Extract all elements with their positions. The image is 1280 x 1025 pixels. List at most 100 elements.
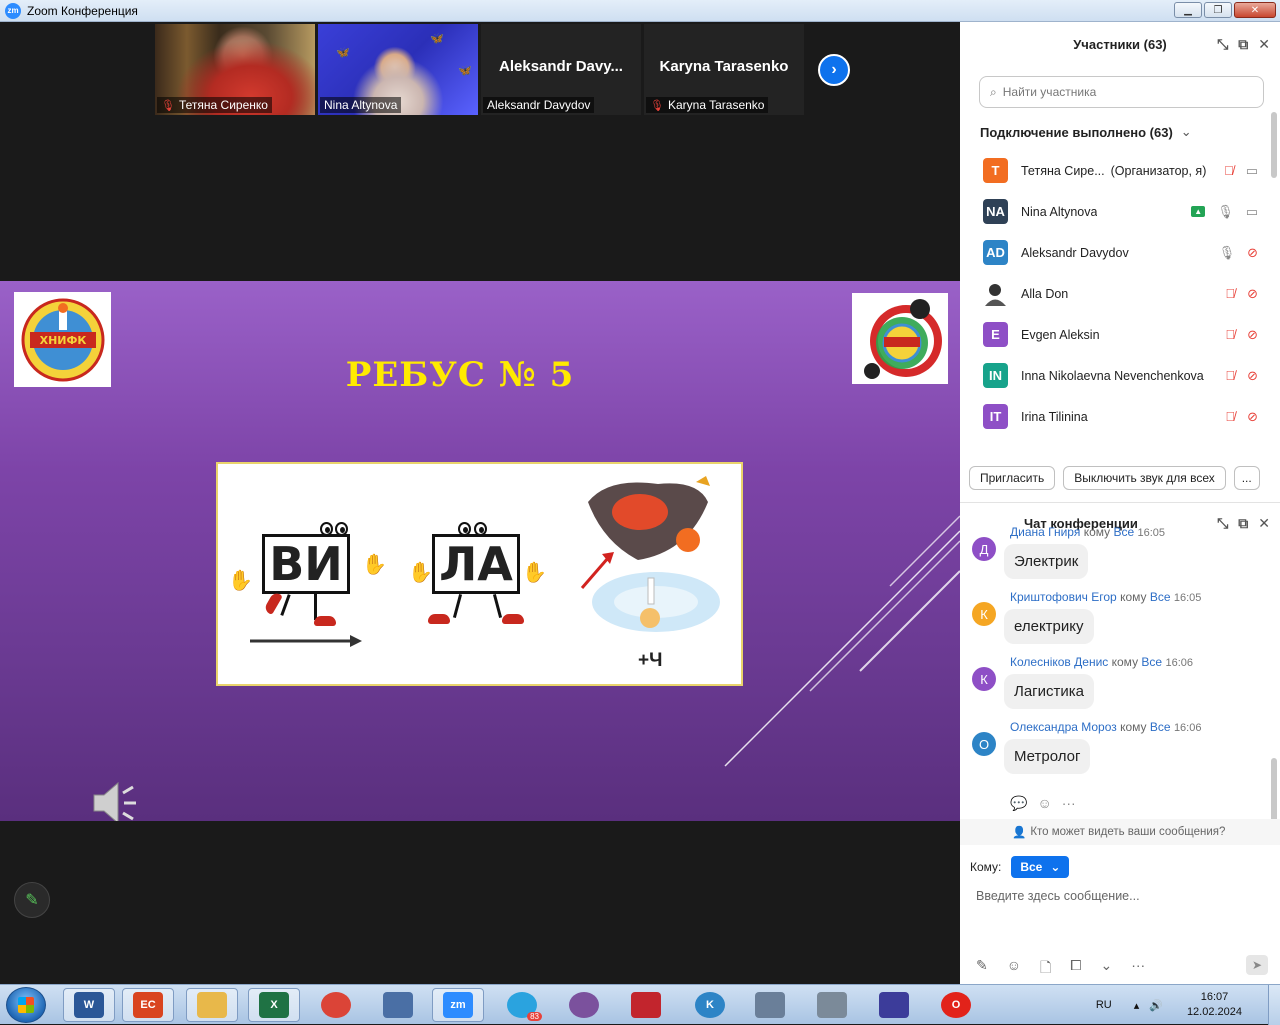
notification-badge: 83	[527, 1012, 542, 1021]
hand-icon: ✋	[522, 562, 547, 584]
taskbar-app-viber[interactable]	[558, 988, 610, 1022]
avatar	[983, 281, 1008, 306]
chat-message[interactable]: К Криштофович Егор кому Все 16:05 електрик…	[972, 590, 1262, 644]
chat-message[interactable]: Д Диана Гниря кому Все 16:05 Электрик	[972, 525, 1262, 579]
participant-search-input[interactable]: ⌕ Найти участника	[979, 76, 1264, 108]
participant-row[interactable]: Alla Don 🎙̸ ⊘	[960, 273, 1280, 314]
maximize-button[interactable]: ❐	[1204, 2, 1232, 18]
taskbar-app-telegram[interactable]: 83	[496, 988, 548, 1022]
connected-group-header[interactable]: Подключение выполнено (63) ⌄	[980, 124, 1280, 140]
participant-row[interactable]: Т Тетяна Сире... (Организатор, я) 🎙̸ ▭	[960, 150, 1280, 191]
tray-expand-icon[interactable]: ▴	[1134, 999, 1140, 1012]
mic-muted-icon[interactable]: 🎙̸	[1224, 163, 1234, 178]
who-can-see-link[interactable]: 👤 Кто может видеть ваши сообщения?	[960, 819, 1280, 845]
video-tile-2[interactable]: Aleksandr Davy... Aleksandr Davydov	[481, 24, 641, 115]
logo-text: ХНИФК	[39, 334, 86, 347]
mic-icon[interactable]: 🎙	[1217, 204, 1234, 220]
file-icon[interactable]: 🗋	[1040, 957, 1051, 981]
participant-name-text: Тетяна Сире...	[1021, 163, 1105, 178]
minimize-button[interactable]: ▁	[1174, 2, 1202, 18]
taskbar-app-explorer[interactable]	[186, 988, 238, 1022]
video-off-icon[interactable]: ⊘	[1247, 245, 1258, 261]
taskbar-app-drawing[interactable]	[372, 988, 424, 1022]
mic-icon[interactable]: 🎙	[1219, 245, 1236, 261]
video-off-icon[interactable]: ⊘	[1247, 327, 1258, 343]
taskbar-app-zoom[interactable]: zm	[432, 988, 484, 1022]
chat-message-input[interactable]: Введите здесь сообщение...	[976, 889, 1140, 903]
send-icon[interactable]: ➤	[1246, 955, 1268, 975]
sender-name[interactable]: Диана Гниря	[1010, 525, 1080, 539]
chat-message[interactable]: К Колеснiков Денис кому Все 16:06 Лагистик…	[972, 655, 1262, 709]
mic-muted-icon[interactable]: 🎙̸	[1225, 286, 1235, 301]
video-tile-0[interactable]: 🎙 Тетяна Сиренко	[155, 24, 315, 115]
participant-row[interactable]: IN Inna Nikolaevna Nevenchenkova 🎙̸ ⊘	[960, 355, 1280, 396]
taskbar-app-app-k[interactable]: K	[684, 988, 736, 1022]
avatar: NA	[983, 199, 1008, 224]
emoji-icon[interactable]: ☺	[1007, 957, 1021, 981]
reply-icon[interactable]: 💬	[1010, 795, 1027, 812]
participant-row[interactable]: E Evgen Aleksin 🎙̸ ⊘	[960, 314, 1280, 355]
chat-message[interactable]: О Олександра Мороз кому Все 16:06 Метролог	[972, 720, 1262, 774]
invite-button[interactable]: Пригласить	[969, 466, 1056, 490]
title-bar: zm Zoom Конференция ▁ ❐ ✕	[0, 0, 1280, 22]
volume-icon[interactable]: 🔊	[1149, 999, 1163, 1012]
video-tile-3[interactable]: Karyna Tarasenko 🎙 Karyna Tarasenko	[644, 24, 804, 115]
video-off-icon[interactable]: ⊘	[1247, 409, 1258, 425]
popout-icon[interactable]: ⧉	[1238, 36, 1248, 53]
annotate-pencil-icon[interactable]: ✎	[14, 882, 50, 918]
close-window-button[interactable]: ✕	[1234, 2, 1276, 18]
participants-scrollbar[interactable]	[1271, 112, 1277, 178]
mic-muted-icon[interactable]: 🎙̸	[1225, 327, 1235, 342]
taskbar-app-chrome[interactable]	[310, 988, 362, 1022]
participant-name: Nina Altynova	[1021, 205, 1097, 219]
video-off-icon[interactable]: ⊘	[1247, 286, 1258, 302]
video-camera-icon[interactable]: ▭	[1246, 204, 1258, 220]
close-icon[interactable]: ✕	[1258, 36, 1270, 53]
calculator-icon	[755, 992, 785, 1018]
participant-row[interactable]: NA Nina Altynova ▲ 🎙 ▭	[960, 191, 1280, 232]
more-options-button[interactable]: ...	[1233, 466, 1260, 490]
shoe-icon	[314, 616, 336, 626]
next-page-arrow-icon[interactable]: ›	[818, 54, 850, 86]
recipient-dropdown[interactable]: Все ⌄	[1011, 856, 1070, 878]
language-indicator[interactable]: RU	[1096, 999, 1112, 1011]
screenshot-icon[interactable]: ⧠	[1070, 957, 1081, 981]
to-word: кому	[1120, 720, 1147, 734]
more-icon[interactable]: ···	[1062, 795, 1076, 812]
window-title: Zoom Конференция	[27, 3, 138, 18]
show-desktop-button[interactable]	[1268, 985, 1280, 1025]
chevron-down-icon[interactable]: ⌄	[1101, 957, 1113, 981]
mic-muted-icon[interactable]: 🎙̸	[1225, 409, 1235, 424]
taskbar-app-app-red[interactable]	[620, 988, 672, 1022]
more-icon[interactable]: ···	[1131, 957, 1145, 981]
collapse-icon[interactable]: ⤡	[1217, 36, 1228, 53]
sender-name[interactable]: Криштофович Егор	[1010, 590, 1117, 604]
start-button[interactable]	[6, 987, 46, 1023]
video-camera-icon[interactable]: ▭	[1246, 163, 1258, 179]
participant-row[interactable]: AD Aleksandr Davydov 🎙 ⊘	[960, 232, 1280, 273]
speaker-icon[interactable]	[92, 781, 140, 821]
to-label: Кому:	[970, 860, 1002, 874]
taskbar-app-opera[interactable]: O	[930, 988, 982, 1022]
mic-muted-icon[interactable]: 🎙̸	[1225, 368, 1235, 383]
mute-all-button[interactable]: Выключить звук для всех	[1063, 466, 1226, 490]
video-off-icon[interactable]: ⊘	[1247, 368, 1258, 384]
clock[interactable]: 16:07 12.02.2024	[1187, 990, 1242, 1020]
zoom-logo-icon: zm	[5, 2, 21, 19]
taskbar-app-ec[interactable]: EC	[122, 988, 174, 1022]
rebus-word-1: ВИ	[262, 534, 350, 594]
taskbar-app-word[interactable]: W	[63, 988, 115, 1022]
taskbar-app-pen[interactable]	[868, 988, 920, 1022]
video-tile-1[interactable]: 🦋 🦋 🦋 Nina Altynova	[318, 24, 478, 115]
participant-name: Irina Tilinina	[1021, 410, 1088, 424]
emoji-reaction-icon[interactable]: ☺	[1037, 795, 1051, 812]
sender-name[interactable]: Олександра Мороз	[1010, 720, 1117, 734]
taskbar-app-scanner[interactable]	[806, 988, 858, 1022]
participant-row[interactable]: IT Irina Tilinina 🎙̸ ⊘	[960, 396, 1280, 435]
tile-name-label: 🎙 Karyna Tarasenko	[646, 97, 769, 113]
taskbar-app-excel[interactable]: X	[248, 988, 300, 1022]
taskbar-app-calculator[interactable]	[744, 988, 796, 1022]
format-text-icon[interactable]: ✎	[976, 957, 988, 981]
sender-name[interactable]: Колеснiков Денис	[1010, 655, 1108, 669]
tile-name-label: 🎙 Тетяна Сиренко	[157, 97, 272, 113]
